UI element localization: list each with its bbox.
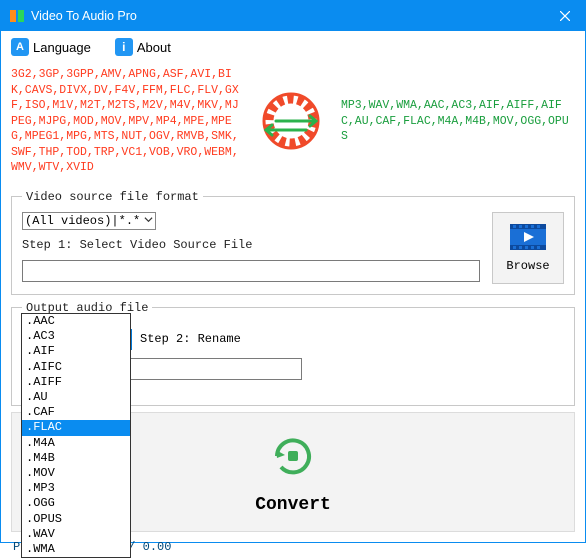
titlebar: Video To Audio Pro [1, 1, 585, 31]
output-format-option[interactable]: .FLAC [22, 420, 130, 435]
output-format-option[interactable]: .AIF [22, 344, 130, 359]
output-format-option[interactable]: .AAC [22, 314, 130, 329]
input-formats-list: 3G2,3GP,3GPP,AMV,APNG,ASF,AVI,BIK,CAVS,D… [11, 67, 241, 176]
about-menu[interactable]: i About [115, 38, 171, 56]
output-format-option[interactable]: .WMA [22, 542, 130, 557]
output-format-option[interactable]: .M4B [22, 451, 130, 466]
output-format-option[interactable]: .MP3 [22, 481, 130, 496]
output-format-option[interactable]: .M4A [22, 436, 130, 451]
film-play-icon [508, 222, 548, 255]
output-format-option[interactable]: .OGG [22, 496, 130, 511]
source-filter-dropdown[interactable]: (All videos)|*.* [22, 212, 156, 230]
convert-icon [265, 428, 321, 487]
output-format-option[interactable]: .AIFC [22, 360, 130, 375]
app-window: Video To Audio Pro A Language i About 3G… [0, 0, 586, 543]
output-format-option[interactable]: .AU [22, 390, 130, 405]
source-fieldset: Video source file format (All videos)|*.… [11, 190, 575, 295]
output-format-option[interactable]: .CAF [22, 405, 130, 420]
convert-label: Convert [255, 495, 331, 515]
browse-label: Browse [506, 259, 549, 273]
output-format-option[interactable]: .AC3 [22, 329, 130, 344]
language-label: Language [33, 40, 91, 55]
output-format-list[interactable]: .AAC.AC3.AIF.AIFC.AIFF.AU.CAF.FLAC.M4A.M… [21, 313, 131, 558]
browse-button[interactable]: Browse [492, 212, 564, 284]
output-format-option[interactable]: .OPUS [22, 512, 130, 527]
output-format-option[interactable]: .MOV [22, 466, 130, 481]
source-filter-value: (All videos)|*.* [25, 214, 140, 228]
chevron-down-icon [144, 214, 153, 228]
formats-row: 3G2,3GP,3GPP,AMV,APNG,ASF,AVI,BIK,CAVS,D… [1, 63, 585, 184]
app-icon [9, 8, 25, 24]
step1-label: Step 1: Select Video Source File [22, 238, 480, 252]
menubar: A Language i About [1, 31, 585, 63]
source-file-input[interactable] [22, 260, 480, 282]
window-title: Video To Audio Pro [31, 9, 137, 23]
source-legend: Video source file format [22, 190, 203, 204]
step2-label: Step 2: Rename [140, 332, 241, 346]
convert-gear-icon [251, 86, 331, 156]
output-formats-list: MP3,WAV,WMA,AAC,AC3,AIF,AIFF,AIFC,AU,CAF… [341, 98, 575, 145]
info-icon: i [115, 38, 133, 56]
language-menu[interactable]: A Language [11, 38, 91, 56]
about-label: About [137, 40, 171, 55]
output-format-option[interactable]: .AIFF [22, 375, 130, 390]
output-format-option[interactable]: .WAV [22, 527, 130, 542]
language-icon: A [11, 38, 29, 56]
close-button[interactable] [545, 1, 585, 31]
